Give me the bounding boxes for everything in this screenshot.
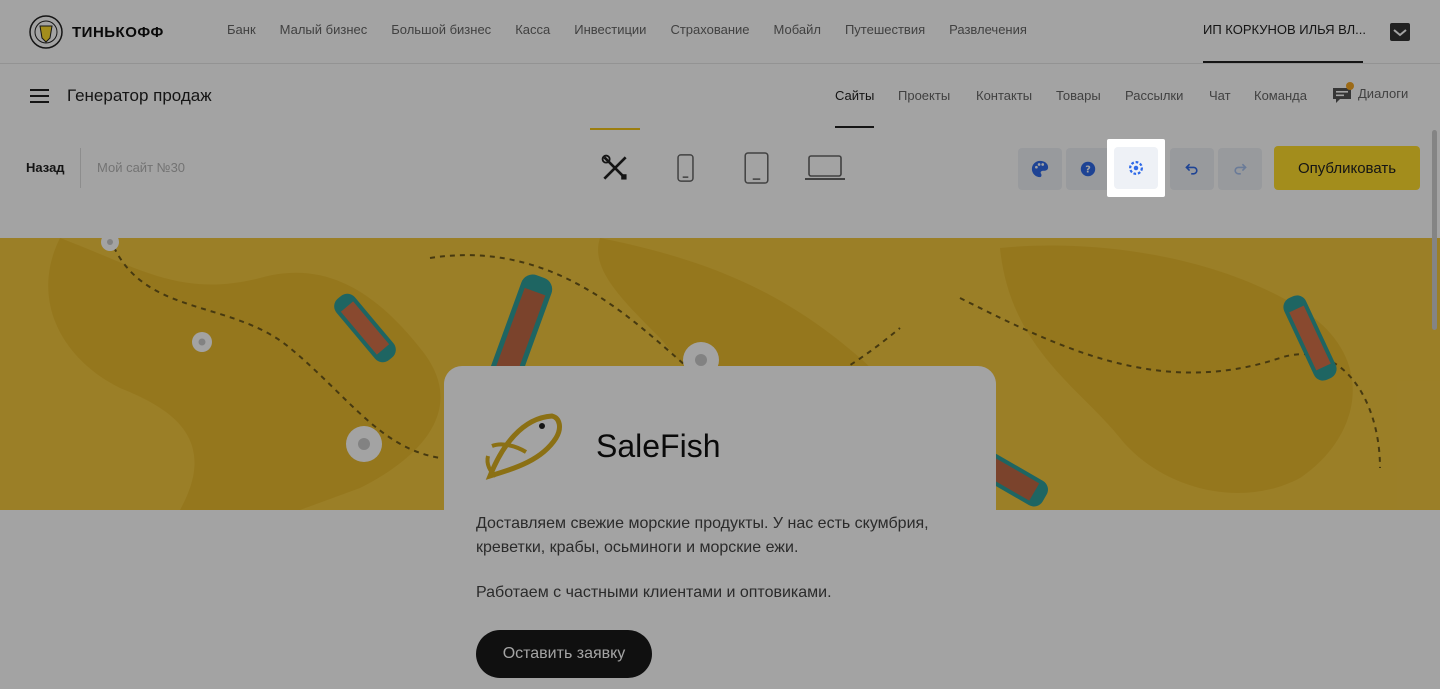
tab-mailings[interactable]: Рассылки xyxy=(1125,88,1183,103)
tab-team[interactable]: Команда xyxy=(1254,88,1307,103)
svg-text:?: ? xyxy=(1085,165,1091,176)
publish-button[interactable]: Опубликовать xyxy=(1274,146,1420,190)
tinkoff-logo[interactable]: ТИНЬКОФФ xyxy=(28,14,164,50)
tools-icon[interactable] xyxy=(597,150,633,186)
top-nav-item-entertainment[interactable]: Развлечения xyxy=(949,22,1027,37)
map-pin-icon xyxy=(346,426,382,462)
map-pin-icon xyxy=(192,332,212,352)
tab-projects[interactable]: Проекты xyxy=(898,88,950,103)
account-underline xyxy=(1203,61,1363,63)
brand-name: SaleFish xyxy=(596,428,721,464)
hero-card: SaleFish Доставляем свежие морские проду… xyxy=(444,366,996,689)
help-button[interactable]: ? xyxy=(1066,148,1110,190)
card-note: Работаем с частными клиентами и оптовика… xyxy=(476,584,832,601)
unread-dot xyxy=(1346,82,1354,90)
top-nav-item-mobile[interactable]: Мобайл xyxy=(774,22,821,37)
top-nav-item-cash[interactable]: Касса xyxy=(515,22,550,37)
card-description: Доставляем свежие морские продукты. У на… xyxy=(476,515,929,556)
palette-button[interactable] xyxy=(1018,148,1062,190)
dialogs-label: Диалоги xyxy=(1358,86,1409,101)
device-active-indicator xyxy=(590,128,640,130)
top-bar: ТИНЬКОФФ Банк Малый бизнес Большой бизне… xyxy=(0,0,1440,64)
account-name[interactable]: ИП КОРКУНОВ ИЛЬЯ ВЛ... xyxy=(1203,22,1366,37)
top-nav-item-insurance[interactable]: Страхование xyxy=(670,22,749,37)
tab-contacts[interactable]: Контакты xyxy=(976,88,1032,103)
settings-button-highlighted[interactable] xyxy=(1114,147,1158,189)
laptop-icon[interactable] xyxy=(804,150,846,186)
page-scrollbar[interactable] xyxy=(1432,130,1437,330)
tab-sites[interactable]: Сайты xyxy=(835,88,874,103)
request-button[interactable]: Оставить заявку xyxy=(476,630,652,678)
section-title: Генератор продаж xyxy=(67,86,212,105)
settings-icon xyxy=(1129,161,1143,175)
top-nav: Банк Малый бизнес Большой бизнес Касса И… xyxy=(227,22,1027,37)
undo-icon xyxy=(1185,163,1198,175)
redo-icon xyxy=(1234,163,1247,175)
chat-bubble-icon xyxy=(1332,82,1354,104)
notifications-inbox-icon[interactable] xyxy=(1389,22,1411,42)
redo-button[interactable] xyxy=(1218,148,1262,190)
fish-logo-icon xyxy=(485,413,562,480)
settings-button-highlight[interactable] xyxy=(1107,139,1165,197)
palette-icon xyxy=(1031,160,1049,178)
dialogs-link[interactable]: Диалоги xyxy=(1332,82,1409,104)
top-nav-item-big-business[interactable]: Большой бизнес xyxy=(391,22,491,37)
top-nav-item-bank[interactable]: Банк xyxy=(227,22,256,37)
tab-products[interactable]: Товары xyxy=(1056,88,1101,103)
menu-icon[interactable] xyxy=(30,88,50,104)
top-nav-item-investments[interactable]: Инвестиции xyxy=(574,22,646,37)
phone-icon[interactable] xyxy=(674,150,696,186)
tab-chat[interactable]: Чат xyxy=(1209,88,1231,103)
undo-button[interactable] xyxy=(1170,148,1214,190)
back-button[interactable]: Назад xyxy=(26,160,65,175)
tablet-icon[interactable] xyxy=(742,150,770,186)
top-nav-item-travel[interactable]: Путешествия xyxy=(845,22,925,37)
map-pin-icon xyxy=(101,238,119,251)
site-name-input[interactable]: Мой сайт №30 xyxy=(97,160,185,175)
toolbar-divider xyxy=(80,148,81,188)
editor-toolbar: Назад Мой сайт №30 ? Опубликовать xyxy=(0,128,1440,238)
logo-text: ТИНЬКОФФ xyxy=(72,23,164,41)
top-nav-item-small-business[interactable]: Малый бизнес xyxy=(280,22,368,37)
tinkoff-emblem-icon xyxy=(29,15,63,49)
section-bar: Генератор продаж Сайты Проекты Контакты … xyxy=(0,64,1440,128)
help-icon: ? xyxy=(1080,161,1096,177)
